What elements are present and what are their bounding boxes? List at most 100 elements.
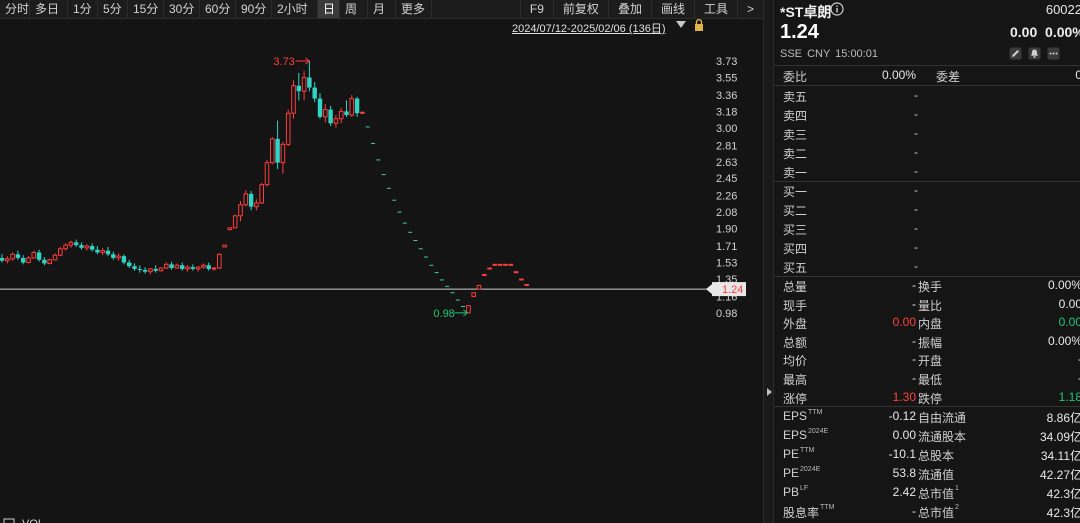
level-value: - — [914, 221, 918, 235]
fundamental-label-sup: 1 — [955, 485, 959, 492]
stat-label: 均价 — [783, 354, 808, 369]
period-tab[interactable]: 90分 — [236, 0, 272, 18]
range-dropdown-icon[interactable] — [676, 21, 686, 28]
tool-button[interactable]: 工具 — [693, 0, 737, 18]
y-tick-label: 2.26 — [716, 191, 737, 203]
candle-body — [116, 255, 121, 259]
price-change: 0.00 0.00% — [1010, 24, 1080, 40]
period-tab[interactable]: 5分 — [98, 0, 128, 18]
fundamental-label: 总市值2 — [918, 504, 959, 521]
vol-toggle-icon[interactable] — [3, 518, 15, 523]
stat-label: 外盘 — [783, 317, 808, 332]
y-tick-label: 2.81 — [716, 140, 737, 152]
period-tab[interactable]: 1分 — [68, 0, 98, 18]
weibi-label: 委比 — [783, 70, 808, 84]
level-label: 卖四 — [783, 109, 808, 123]
info-icon[interactable] — [830, 2, 844, 16]
stat-label: 开盘 — [918, 354, 943, 369]
y-tick-label: 2.45 — [716, 173, 737, 185]
stat-value: - — [912, 296, 916, 311]
candle-body — [466, 305, 471, 314]
change-value: 0.00 — [1010, 24, 1038, 40]
candle-body — [89, 246, 95, 250]
fundamental-label: EPS2024E — [783, 428, 828, 442]
level-label: 卖五 — [783, 90, 808, 104]
candle-body — [338, 110, 344, 120]
candle-body — [36, 252, 42, 260]
period-tab[interactable]: 15分 — [128, 0, 164, 18]
weibi-value: 0.00% — [881, 68, 916, 82]
stat-label: 最低 — [918, 373, 943, 387]
fundamental-label-text: PE — [783, 466, 800, 480]
tool-button[interactable]: 叠加 — [607, 0, 651, 18]
y-tick-label: 1.90 — [716, 224, 737, 236]
fundamental-label: 流通股本 — [918, 428, 967, 445]
period-tab[interactable]: 60分 — [200, 0, 236, 18]
candle-body — [0, 257, 5, 261]
candle-body — [26, 257, 31, 264]
period-tab[interactable]: 周 — [340, 0, 368, 18]
candle-body — [137, 268, 142, 270]
panel-splitter[interactable] — [763, 0, 774, 523]
stat-value: 0.00 — [1058, 315, 1080, 330]
level-value: - — [914, 202, 918, 216]
change-pct: 0.00% — [1045, 24, 1080, 40]
stat-value: - — [912, 333, 916, 348]
weibi-row: 委比 0.00% 委差 0 — [774, 66, 1080, 85]
tool-button[interactable]: > — [736, 0, 763, 18]
exchange-meta: SSE CNY 15:00:01 — [780, 48, 878, 60]
candle-body — [211, 267, 217, 270]
stat-value: - — [912, 352, 916, 367]
fundamental-value: 34.11亿 — [1040, 449, 1080, 463]
period-tab[interactable]: 分时 — [0, 0, 30, 18]
fundamental-label-text: 总股本 — [918, 449, 955, 463]
date-range-label[interactable]: 2024/07/12-2025/02/06 (136日) — [512, 20, 666, 36]
lock-icon[interactable] — [694, 19, 704, 31]
candle-body — [153, 268, 158, 271]
candle-body — [301, 76, 307, 92]
alert-bell-icon[interactable] — [1028, 47, 1041, 60]
tool-button[interactable]: F9 — [519, 0, 553, 18]
period-tab[interactable]: 日 — [318, 0, 340, 18]
level-label: 卖一 — [783, 166, 808, 180]
period-tab[interactable]: 更多 — [396, 0, 432, 18]
fundamental-label-text: PB — [783, 485, 800, 499]
candle-body — [105, 250, 111, 255]
low-arrow-icon — [454, 309, 469, 317]
y-tick-label: 3.73 — [716, 56, 737, 68]
period-tab[interactable]: 月 — [368, 0, 396, 18]
stat-value: 0.00 — [1058, 296, 1080, 311]
expand-arrow-icon[interactable] — [767, 388, 772, 396]
fundamental-row: PBLF 2.42 总市值1 42.3亿 — [774, 483, 1080, 502]
period-tab[interactable]: 30分 — [164, 0, 200, 18]
candle-body — [264, 162, 270, 186]
candle-body — [254, 202, 259, 208]
candle-body — [513, 271, 519, 274]
kline-svg[interactable]: 3.73 3.55 3.36 3.18 3.00 2.81 2.63 2.45 2.26 2.08… — [0, 19, 763, 523]
period-tab[interactable]: 2小时 — [272, 0, 318, 18]
candle-body — [68, 241, 74, 246]
candle-body — [42, 259, 47, 264]
candle-body — [63, 244, 68, 250]
fundamental-label-sup: 2024E — [808, 428, 829, 435]
more-icon[interactable] — [1047, 47, 1060, 60]
low-label: 0.98 — [433, 308, 454, 320]
kline-chart[interactable]: 3.73 3.55 3.36 3.18 3.00 2.81 2.63 2.45 2.26 2.08… — [0, 19, 763, 523]
tool-button[interactable]: 前复权 — [552, 0, 608, 18]
candle-body — [238, 204, 243, 217]
candle-body — [312, 87, 317, 99]
candle-body — [497, 263, 503, 266]
candle-body — [482, 273, 487, 276]
level-value: - — [914, 88, 918, 102]
candle-body — [492, 263, 498, 266]
candle-body — [52, 254, 58, 261]
order-level: 买一 - — [774, 181, 1080, 200]
fundamental-label: PETTM — [783, 447, 814, 461]
fundamental-label-sup: LF — [800, 485, 809, 492]
tool-button[interactable]: 画线 — [650, 0, 694, 18]
stat-value: - — [912, 278, 916, 292]
edit-icon[interactable] — [1009, 47, 1022, 60]
stat-label: 跌停 — [918, 391, 943, 406]
period-tab[interactable]: 多日 — [30, 0, 68, 18]
quote-actions — [1009, 47, 1060, 60]
